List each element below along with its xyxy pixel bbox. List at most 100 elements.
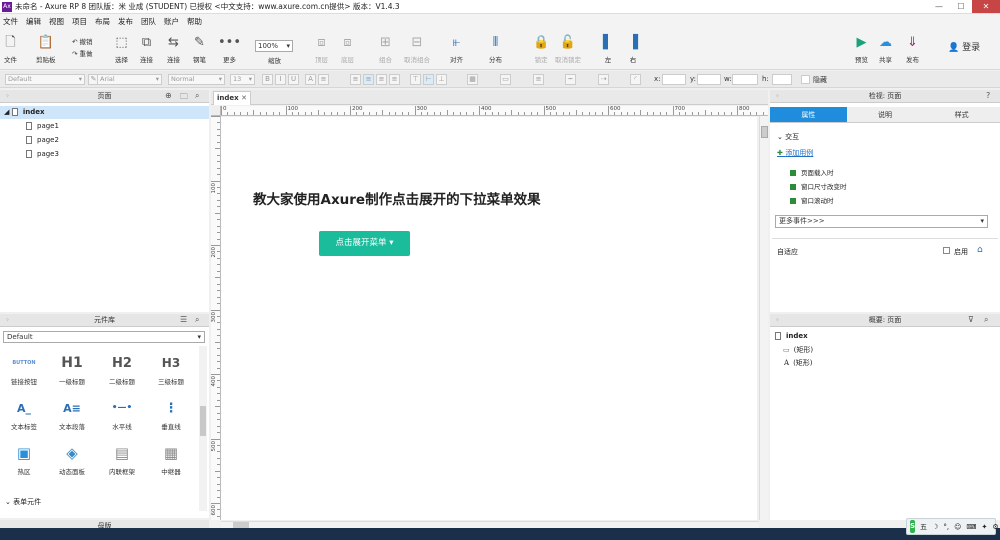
line-width-icon[interactable]: ≡ xyxy=(533,74,544,85)
fill-color-icon[interactable]: ▦ xyxy=(467,74,478,85)
menu-project[interactable]: 项目 xyxy=(72,16,87,27)
widget-h3[interactable]: H3 三级标题 xyxy=(148,352,194,386)
outline-root[interactable]: index xyxy=(775,332,808,340)
close-button[interactable]: ✕ xyxy=(972,0,1000,13)
valign-top-icon[interactable]: ⊤ xyxy=(410,74,421,85)
share-button[interactable]: ☁ 共享 xyxy=(879,28,892,64)
minimize-button[interactable]: — xyxy=(928,0,950,13)
line-color-icon[interactable]: ▭ xyxy=(500,74,511,85)
tab-notes[interactable]: 说明 xyxy=(846,107,924,123)
bullet-icon[interactable]: ≡ xyxy=(318,74,329,85)
punctuation-icon[interactable]: °, xyxy=(943,523,949,531)
filter-icon[interactable]: ⊽ xyxy=(968,315,974,324)
widget-link-button[interactable]: BUTTON 链接按钮 xyxy=(1,352,47,386)
canvas-vertical-scrollbar[interactable] xyxy=(759,116,768,520)
add-page-icon[interactable]: ⊕ xyxy=(165,91,172,100)
font-select[interactable]: Arial xyxy=(97,74,162,85)
italic-icon[interactable]: I xyxy=(275,74,286,85)
widget-horizontal-line[interactable]: •—• 水平线 xyxy=(99,397,145,431)
adaptive-settings-icon[interactable]: ⌂ xyxy=(977,245,983,255)
maximize-button[interactable]: ☐ xyxy=(950,0,972,13)
emoji-icon[interactable]: ☺ xyxy=(954,523,961,531)
align-left-icon[interactable]: ≡ xyxy=(350,74,361,85)
right-button[interactable]: ▐ 右 xyxy=(628,28,638,64)
widget-dynamic-panel[interactable]: ◈ 动态面板 xyxy=(49,442,95,476)
library-select[interactable]: Default xyxy=(3,331,205,343)
keyboard-icon[interactable]: ⌨ xyxy=(966,523,976,531)
left-button[interactable]: ▌ 左 xyxy=(603,28,613,64)
canvas-horizontal-scrollbar[interactable] xyxy=(221,521,759,528)
skin-icon[interactable]: ✦ xyxy=(981,523,987,531)
menu-layout[interactable]: 布局 xyxy=(95,16,110,27)
page-page2[interactable]: page2 xyxy=(26,136,59,144)
canvas-heading-text[interactable]: 教大家使用Axure制作点击展开的下拉菜单效果 xyxy=(253,188,541,208)
menu-help[interactable]: 帮助 xyxy=(187,16,202,27)
hidden-checkbox[interactable] xyxy=(801,75,810,84)
enable-checkbox[interactable] xyxy=(943,247,950,254)
search-icon[interactable]: ⌕ xyxy=(195,91,199,101)
lock-button[interactable]: 🔒 锁定 xyxy=(533,28,549,64)
add-case-link[interactable]: ✚ 添加用例 xyxy=(777,148,813,158)
font-weight-select[interactable]: Normal xyxy=(168,74,225,85)
h-input[interactable] xyxy=(772,74,792,85)
tab-style[interactable]: 样式 xyxy=(923,107,1000,123)
widget-h1[interactable]: H1 一级标题 xyxy=(49,352,95,386)
preview-button[interactable]: ▶ 预览 xyxy=(855,28,868,64)
widget-text-paragraph[interactable]: A≡ 文本段落 xyxy=(49,397,95,432)
justify-icon[interactable]: ≡ xyxy=(389,74,400,85)
distribute-button[interactable]: ⫴ 分布 xyxy=(489,28,502,64)
font-size-select[interactable]: 13 xyxy=(230,74,255,85)
more-events-select[interactable]: 更多事件>>> xyxy=(775,215,988,228)
valign-bottom-icon[interactable]: ⊥ xyxy=(436,74,447,85)
corner-icon[interactable]: ◜ xyxy=(630,74,641,85)
publish-button[interactable]: ⇓ 发布 xyxy=(906,28,919,64)
ungroup-button[interactable]: ⊟ 取消组合 xyxy=(404,28,430,64)
add-folder-icon[interactable]: 🗀 xyxy=(180,91,188,105)
design-canvas[interactable]: 教大家使用Axure制作点击展开的下拉菜单效果 点击展开菜单 ▾ xyxy=(221,117,757,520)
vertical-scroll-thumb[interactable] xyxy=(761,126,768,138)
page-page1[interactable]: page1 xyxy=(26,122,59,130)
undo-button[interactable]: ↶ 撤销 xyxy=(72,36,93,46)
align-right-icon[interactable]: ≡ xyxy=(376,74,387,85)
select-button[interactable]: ⬚ 选择 xyxy=(115,28,128,64)
line-style-icon[interactable]: ┅ xyxy=(565,74,576,85)
settings-icon[interactable]: ⚙ xyxy=(992,523,998,531)
menu-view[interactable]: 视图 xyxy=(49,16,64,27)
event-window-resize[interactable]: 窗口尺寸改变时 xyxy=(790,181,847,191)
login-button[interactable]: 👤 登录 xyxy=(948,40,980,53)
library-scrollbar[interactable] xyxy=(199,346,207,511)
event-page-load[interactable]: 页面载入时 xyxy=(790,167,834,177)
widget-hotspot[interactable]: ▣ 热区 xyxy=(1,442,47,476)
bring-top-button[interactable]: ⧈ 顶层 xyxy=(315,28,328,64)
page-index[interactable]: ◢ index xyxy=(4,108,44,116)
menu-account[interactable]: 账户 xyxy=(164,16,179,27)
more-button[interactable]: ••• 更多 xyxy=(218,28,241,64)
tab-properties[interactable]: 属性 xyxy=(770,107,847,123)
library-scroll-thumb[interactable] xyxy=(200,406,206,436)
x-input[interactable] xyxy=(662,74,686,85)
event-window-scroll[interactable]: 窗口滚动时 xyxy=(790,195,834,205)
tab-index[interactable]: index ✕ xyxy=(213,91,251,105)
page-page3[interactable]: page3 xyxy=(26,150,59,158)
align-button[interactable]: ⫦ 对齐 xyxy=(450,28,463,64)
file-button[interactable]: 🗋 文件 xyxy=(4,28,17,64)
redo-button[interactable]: ↷ 重做 xyxy=(72,48,93,58)
style-select[interactable]: Default xyxy=(5,74,85,85)
underline-icon[interactable]: U xyxy=(288,74,299,85)
interaction-section[interactable]: ⌄ 交互 xyxy=(777,132,799,142)
arrow-style-icon[interactable]: ⇢ xyxy=(598,74,609,85)
align-center-icon[interactable]: ≡ xyxy=(363,74,374,85)
expand-menu-button[interactable]: 点击展开菜单 ▾ xyxy=(319,231,410,256)
clipboard-button[interactable]: 📋 剪贴板 xyxy=(36,28,56,64)
widget-text-label[interactable]: A_ 文本标签 xyxy=(1,397,47,432)
pen-button[interactable]: ✎ 钢笔 xyxy=(193,28,206,64)
search-icon[interactable]: ⌕ xyxy=(984,315,988,325)
menu-file[interactable]: 文件 xyxy=(3,16,18,27)
ime-mode[interactable]: 五 xyxy=(920,522,927,532)
help-icon[interactable]: ? xyxy=(986,91,990,100)
close-tab-icon[interactable]: ✕ xyxy=(241,92,247,105)
search-icon[interactable]: ⌕ xyxy=(195,315,199,325)
valign-middle-icon[interactable]: ⊢ xyxy=(423,74,434,85)
moon-icon[interactable]: ☽ xyxy=(932,523,938,531)
menu-icon[interactable]: ☰ xyxy=(180,315,187,324)
